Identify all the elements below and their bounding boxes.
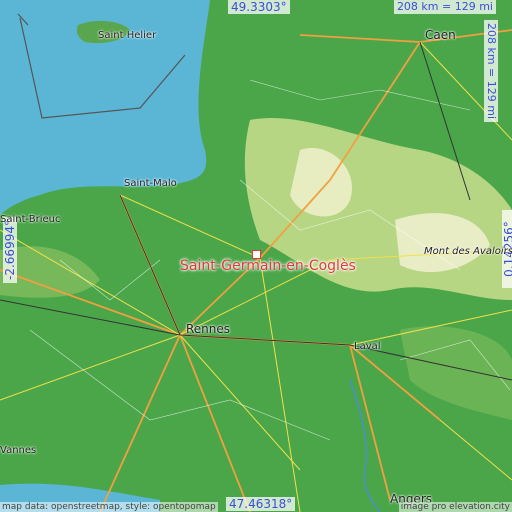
map[interactable]: 49.3303° 47.46318° -2.66994° 0.14256° 20… bbox=[0, 0, 512, 512]
site-credit: image pro elevation.city bbox=[398, 502, 512, 512]
city-saint-helier: Saint Helier bbox=[98, 30, 157, 41]
city-laval: Laval bbox=[354, 341, 381, 352]
city-vannes: Vannes bbox=[0, 445, 37, 456]
location-label: Saint-Germain-en-Coglès bbox=[180, 258, 356, 274]
map-credit: map data: openstreetmap, style: opentopo… bbox=[0, 502, 218, 512]
city-saint-malo: Saint-Malo bbox=[124, 178, 177, 189]
west-coordinate: -2.66994° bbox=[3, 217, 17, 283]
south-coordinate: 47.46318° bbox=[226, 497, 296, 511]
upland-south bbox=[400, 326, 512, 420]
city-saint-brieuc: Saint-Brieuc bbox=[0, 214, 61, 225]
city-caen: Caen bbox=[425, 28, 456, 42]
north-coordinate: 49.3303° bbox=[228, 0, 290, 14]
city-rennes: Rennes bbox=[186, 322, 231, 336]
scale-vertical: 208 km = 129 mi bbox=[483, 19, 498, 123]
peak-mont-des-avaloirs: Mont des Avaloirs bbox=[424, 246, 512, 257]
scale-horizontal: 208 km = 129 mi bbox=[393, 0, 496, 14]
